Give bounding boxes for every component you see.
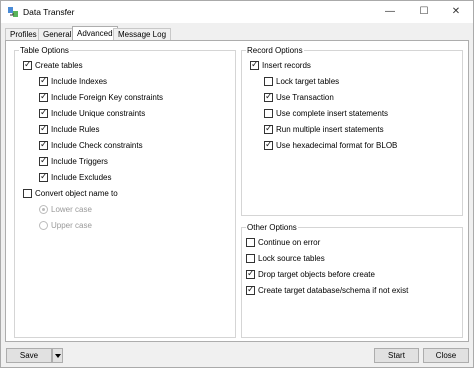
include-unique-checkbox[interactable] [39, 107, 48, 119]
use-transaction-label: Use Transaction [276, 93, 334, 102]
upper-case-label: Upper case [51, 221, 92, 230]
drop-target-objects-checkbox[interactable] [246, 268, 255, 280]
hex-blob-label: Use hexadecimal format for BLOB [276, 141, 398, 150]
table-options-title: Table Options [19, 46, 70, 55]
include-indexes-label: Include Indexes [51, 77, 108, 86]
create-tables-label: Create tables [35, 61, 83, 70]
include-triggers-checkbox[interactable] [39, 155, 48, 167]
lock-source-tables-checkbox[interactable] [246, 254, 255, 263]
other-options-group: Other Options Continue on error Lock sou… [241, 223, 463, 338]
complete-insert-checkbox[interactable] [264, 109, 273, 118]
include-excludes-label: Include Excludes [51, 173, 112, 182]
record-options-title: Record Options [246, 46, 304, 55]
include-foreign-key-checkbox[interactable] [39, 91, 48, 103]
convert-object-name-label: Convert object name to [35, 189, 118, 198]
hex-blob-checkbox[interactable] [264, 139, 273, 151]
lower-case-radio [39, 205, 48, 214]
window-title: Data Transfer [23, 7, 75, 17]
start-button[interactable]: Start [374, 348, 419, 363]
include-indexes-checkbox[interactable] [39, 75, 48, 87]
data-transfer-window: Data Transfer — ☐ ✕ Profiles General Adv… [0, 0, 474, 368]
include-excludes-checkbox[interactable] [39, 171, 48, 183]
drop-target-objects-label: Drop target objects before create [258, 270, 375, 279]
multiple-insert-checkbox[interactable] [264, 123, 273, 135]
create-target-database-label: Create target database/schema if not exi… [258, 286, 409, 295]
include-foreign-key-label: Include Foreign Key constraints [51, 93, 164, 102]
multiple-insert-label: Run multiple insert statements [276, 125, 384, 134]
minimize-icon[interactable]: — [373, 1, 407, 23]
maximize-icon[interactable]: ☐ [407, 1, 441, 23]
insert-records-label: Insert records [262, 61, 311, 70]
lock-source-tables-label: Lock source tables [258, 254, 325, 263]
lower-case-label: Lower case [51, 205, 92, 214]
continue-on-error-checkbox[interactable] [246, 238, 255, 247]
chevron-down-icon [54, 354, 61, 358]
save-button[interactable]: Save [6, 348, 52, 363]
title-bar: Data Transfer — ☐ ✕ [1, 1, 473, 23]
convert-object-name-checkbox[interactable] [23, 189, 32, 198]
table-options-group: Table Options Create tables Include Inde… [14, 46, 236, 338]
include-rules-label: Include Rules [51, 125, 100, 134]
advanced-tab-panel: Table Options Create tables Include Inde… [5, 40, 469, 342]
record-options-group: Record Options Insert records Lock targe… [241, 46, 463, 216]
complete-insert-label: Use complete insert statements [276, 109, 389, 118]
include-check-checkbox[interactable] [39, 139, 48, 151]
include-unique-label: Include Unique constraints [51, 109, 146, 118]
use-transaction-checkbox[interactable] [264, 91, 273, 103]
other-options-title: Other Options [246, 223, 298, 232]
upper-case-radio [39, 221, 48, 230]
insert-records-checkbox[interactable] [250, 59, 259, 71]
create-tables-checkbox[interactable] [23, 59, 32, 71]
tab-advanced[interactable]: Advanced [72, 26, 118, 41]
create-target-database-checkbox[interactable] [246, 284, 255, 296]
include-rules-checkbox[interactable] [39, 123, 48, 135]
include-triggers-label: Include Triggers [51, 157, 108, 166]
data-transfer-app-icon [7, 6, 19, 18]
continue-on-error-label: Continue on error [258, 238, 321, 247]
include-check-label: Include Check constraints [51, 141, 143, 150]
lock-target-tables-checkbox[interactable] [264, 77, 273, 86]
close-button[interactable]: Close [423, 348, 469, 363]
save-dropdown-button[interactable] [52, 348, 63, 363]
close-window-icon[interactable]: ✕ [439, 1, 473, 23]
bottom-button-bar: Save Start Close [5, 347, 471, 365]
lock-target-tables-label: Lock target tables [276, 77, 340, 86]
